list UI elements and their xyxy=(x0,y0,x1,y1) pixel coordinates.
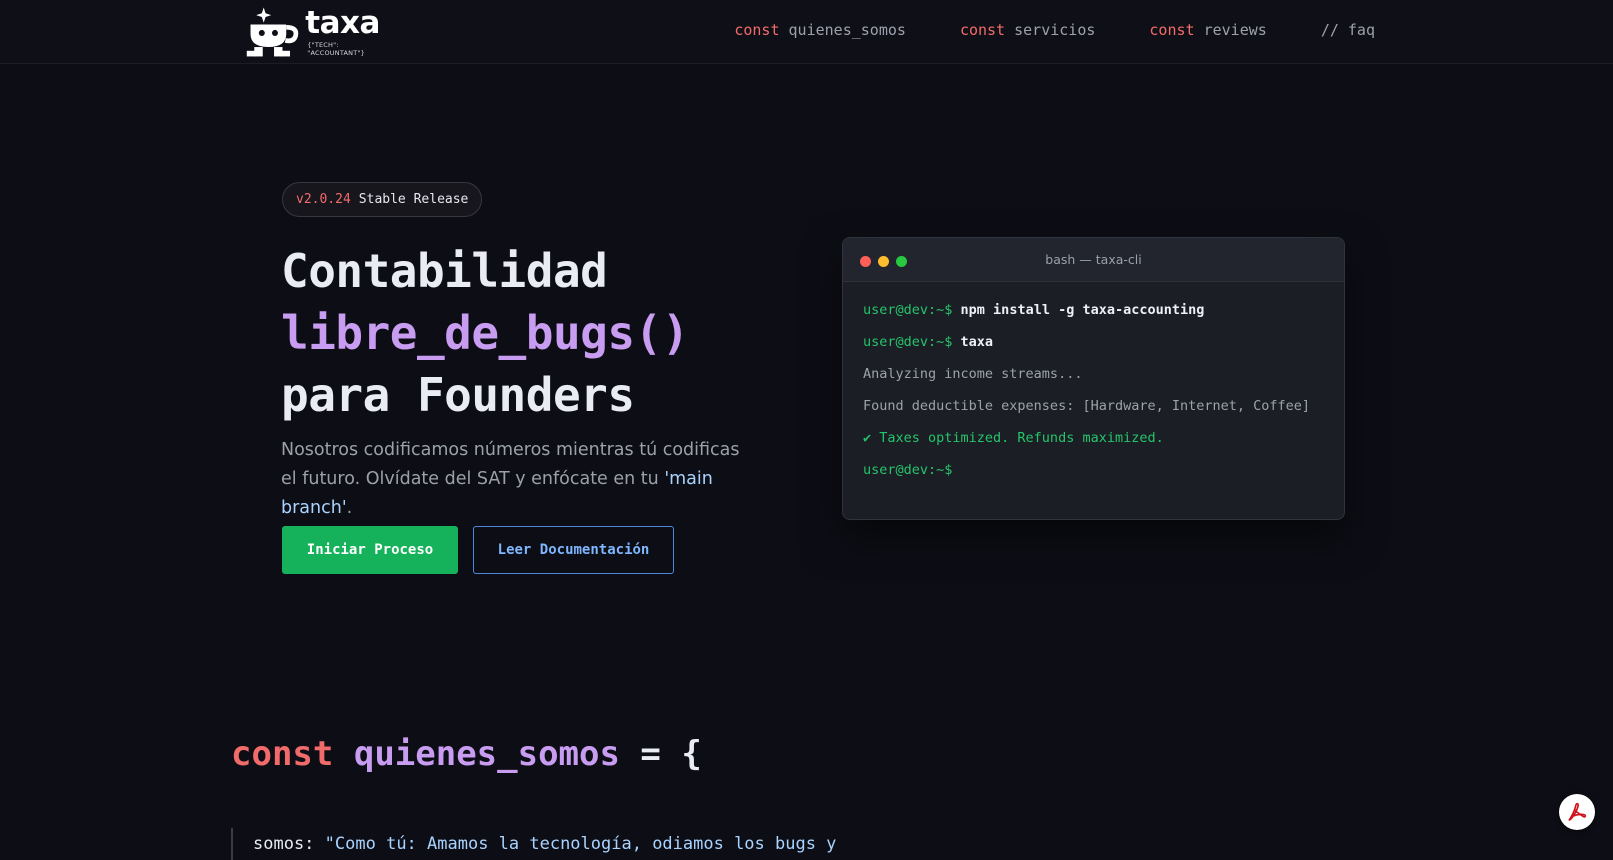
logo-wordmark: taxa xyxy=(305,5,380,41)
about-key: somos: xyxy=(253,834,315,854)
hero-description-end: . xyxy=(346,498,353,518)
terminal-titlebar: bash — taxa-cli xyxy=(843,238,1344,282)
release-badge: v2.0.24 Stable Release xyxy=(282,182,483,217)
nav-keyword: const xyxy=(734,21,780,39)
hero-title-line-3: para Founders xyxy=(281,368,635,422)
hero-title-line-2: libre_de_bugs() xyxy=(281,306,689,360)
about-code-block: somos: "Como tú: Amamos la tecnología, o… xyxy=(231,828,836,860)
site-header: taxa {"TECH": "ACCOUNTANT"} const quiene… xyxy=(0,0,1613,64)
nav-item-servicios[interactable]: const servicios xyxy=(960,21,1095,39)
about-value: "Como tú: Amamos la tecnología, odiamos … xyxy=(324,834,837,854)
terminal-line: user@dev:~$ xyxy=(863,460,1344,492)
nav-item-faq[interactable]: // faq xyxy=(1321,21,1375,39)
terminal-window: bash — taxa-cli user@dev:~$ npm install … xyxy=(842,237,1345,520)
terminal-command: npm install -g taxa-accounting xyxy=(960,302,1205,318)
taxa-robot-logo-icon xyxy=(246,7,299,57)
hero-title-line-1: Contabilidad xyxy=(281,244,608,298)
start-process-button[interactable]: Iniciar Proceso xyxy=(282,526,458,574)
read-docs-button[interactable]: Leer Documentación xyxy=(473,526,674,574)
logo-tagline: {"TECH": "ACCOUNTANT"} xyxy=(307,41,365,57)
release-version: v2.0.24 xyxy=(296,192,351,207)
hero-description: Nosotros codificamos números mientras tú… xyxy=(281,436,751,523)
terminal-success-output: ✔ Taxes optimized. Refunds maximized. xyxy=(863,430,1164,446)
terminal-line: user@dev:~$ npm install -g taxa-accounti… xyxy=(863,300,1344,332)
adobe-pdf-icon xyxy=(1568,802,1587,821)
section-name: quienes_somos xyxy=(353,734,620,774)
terminal-output: Analyzing income streams... xyxy=(863,366,1083,382)
nav-item-quienes-somos[interactable]: const quienes_somos xyxy=(734,21,906,39)
section-assignment: = { xyxy=(619,734,702,774)
window-controls xyxy=(860,256,907,267)
nav-comment: // xyxy=(1320,21,1339,39)
terminal-line: user@dev:~$ taxa xyxy=(863,332,1344,364)
nav-keyword: const xyxy=(1149,21,1195,39)
pdf-button[interactable] xyxy=(1559,794,1595,830)
nav-label: servicios xyxy=(1014,21,1096,39)
terminal-command: taxa xyxy=(960,334,994,350)
terminal-body: user@dev:~$ npm install -g taxa-accounti… xyxy=(843,282,1344,492)
terminal-prompt: user@dev:~$ xyxy=(863,334,953,350)
terminal-prompt: user@dev:~$ xyxy=(863,462,953,478)
terminal-prompt: user@dev:~$ xyxy=(863,302,953,318)
hero-title: Contabilidad libre_de_bugs() para Founde… xyxy=(281,240,689,426)
nav-item-reviews[interactable]: const reviews xyxy=(1149,21,1266,39)
nav-label: reviews xyxy=(1203,21,1267,39)
maximize-dot-icon xyxy=(896,256,907,267)
close-dot-icon xyxy=(860,256,871,267)
logo[interactable]: taxa {"TECH": "ACCOUNTANT"} xyxy=(243,4,393,60)
nav-label: faq xyxy=(1347,21,1375,39)
nav-keyword: const xyxy=(959,21,1006,39)
section-title-quienes-somos: const quienes_somos = { xyxy=(231,730,702,778)
main-nav: const quienes_somos const servicios cons… xyxy=(734,0,1375,60)
release-label: Stable Release xyxy=(358,192,469,207)
minimize-dot-icon xyxy=(878,256,889,267)
terminal-title: bash — taxa-cli xyxy=(1045,252,1142,267)
terminal-output: Found deductible expenses: [Hardware, In… xyxy=(863,398,1311,414)
section-keyword: const xyxy=(231,734,334,774)
nav-label: quienes_somos xyxy=(788,21,906,39)
